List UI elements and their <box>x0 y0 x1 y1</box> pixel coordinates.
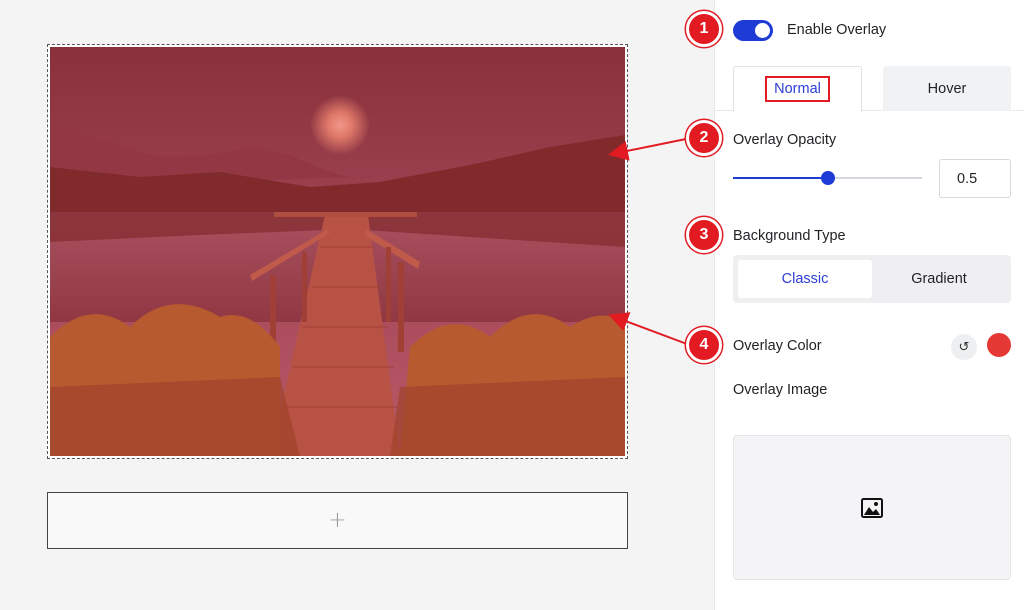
classic-label: Classic <box>781 271 829 287</box>
tab-normal-label: Normal <box>765 76 830 102</box>
overlay-opacity-label: Overlay Opacity <box>733 132 837 148</box>
add-section-button[interactable]: + <box>47 492 628 549</box>
gradient-label: Gradient <box>911 271 967 287</box>
enable-overlay-toggle[interactable] <box>733 19 773 41</box>
state-tabs: Normal Hover <box>715 66 1024 112</box>
tab-hover[interactable]: Hover <box>883 66 1011 111</box>
background-type-label: Background Type <box>733 228 846 244</box>
slider-fill <box>733 177 828 179</box>
lake-pier-photo <box>50 47 625 456</box>
plus-icon: + <box>328 508 347 533</box>
overlay-opacity-row: Overlay Opacity <box>733 130 1010 150</box>
tab-normal[interactable]: Normal <box>733 66 862 112</box>
background-type-gradient[interactable]: Gradient <box>872 260 1006 298</box>
image-icon <box>861 497 883 518</box>
overlay-color-swatch[interactable] <box>987 333 1011 357</box>
enable-overlay-label: Enable Overlay <box>787 22 887 38</box>
settings-panel: Enable Overlay Normal Hover Overlay Opac… <box>714 0 1024 610</box>
background-type-switcher: Classic Gradient <box>733 255 1011 303</box>
enable-overlay-row: Enable Overlay <box>733 18 1010 42</box>
opacity-number-input[interactable]: 0.5 <box>939 159 1011 198</box>
overlay-image-label: Overlay Image <box>733 382 828 398</box>
opacity-slider[interactable] <box>733 171 922 185</box>
photo-illustration <box>50 47 625 456</box>
toggle-knob <box>755 22 770 38</box>
background-type-classic[interactable]: Classic <box>738 260 872 298</box>
overlay-image-row: Overlay Image <box>733 380 1010 400</box>
overlay-color-label: Overlay Color <box>733 338 822 354</box>
slider-handle[interactable] <box>820 171 835 185</box>
image-widget[interactable] <box>47 44 628 459</box>
tab-hover-label: Hover <box>927 80 967 97</box>
overlay-image-picker[interactable] <box>733 435 1011 580</box>
opacity-value: 0.5 <box>957 170 978 187</box>
background-type-row: Background Type <box>733 226 1010 246</box>
editor-canvas: + <box>0 0 714 610</box>
reset-icon[interactable]: ↺ <box>951 334 977 360</box>
